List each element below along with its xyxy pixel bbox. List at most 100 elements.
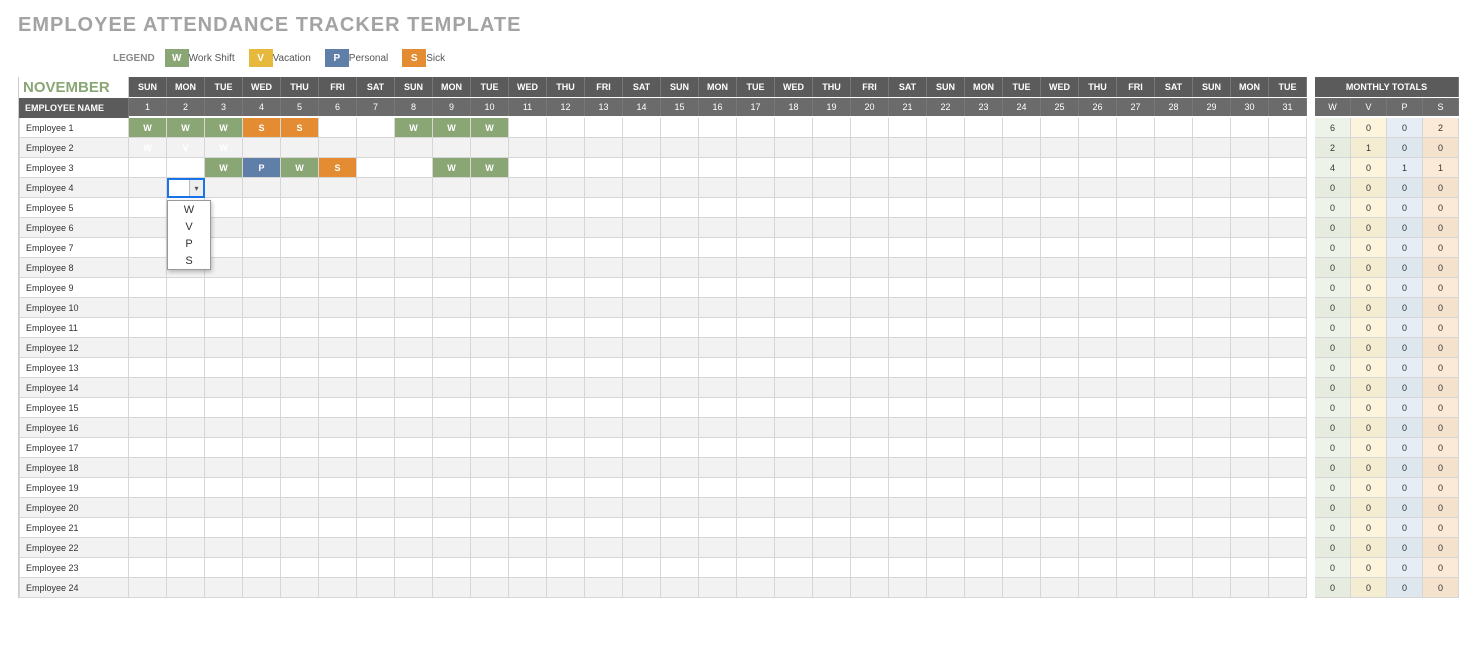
day-cell[interactable] [813, 198, 851, 218]
day-cell[interactable] [129, 358, 167, 378]
day-cell[interactable] [319, 238, 357, 258]
day-cell[interactable] [699, 298, 737, 318]
day-cell[interactable] [661, 358, 699, 378]
day-cell[interactable] [243, 438, 281, 458]
day-cell[interactable] [889, 218, 927, 238]
day-cell[interactable] [889, 178, 927, 198]
day-cell[interactable] [661, 498, 699, 518]
day-cell[interactable] [1079, 498, 1117, 518]
day-cell[interactable] [547, 578, 585, 598]
day-cell[interactable] [851, 218, 889, 238]
day-cell[interactable] [1231, 278, 1269, 298]
day-cell[interactable] [1003, 358, 1041, 378]
day-cell[interactable] [737, 198, 775, 218]
day-cell[interactable] [1155, 438, 1193, 458]
day-cell[interactable] [775, 538, 813, 558]
day-cell[interactable] [357, 498, 395, 518]
day-cell[interactable] [1193, 458, 1231, 478]
day-cell[interactable] [357, 438, 395, 458]
day-cell[interactable] [661, 298, 699, 318]
day-cell[interactable] [813, 418, 851, 438]
day-cell[interactable] [205, 558, 243, 578]
day-cell[interactable] [813, 178, 851, 198]
day-cell[interactable] [775, 258, 813, 278]
day-cell[interactable] [1117, 158, 1155, 178]
day-cell[interactable] [699, 538, 737, 558]
day-cell[interactable] [167, 518, 205, 538]
day-cell[interactable] [1231, 138, 1269, 158]
day-cell[interactable] [471, 358, 509, 378]
day-cell[interactable]: W [129, 138, 167, 158]
day-cell[interactable] [129, 458, 167, 478]
day-cell[interactable] [1231, 498, 1269, 518]
day-cell[interactable] [775, 318, 813, 338]
day-cell[interactable] [775, 438, 813, 458]
day-cell[interactable] [433, 398, 471, 418]
day-cell[interactable] [889, 398, 927, 418]
day-cell[interactable] [1117, 558, 1155, 578]
day-cell[interactable] [357, 378, 395, 398]
day-cell[interactable] [737, 138, 775, 158]
day-cell[interactable] [737, 338, 775, 358]
day-cell[interactable] [775, 138, 813, 158]
day-cell[interactable] [509, 458, 547, 478]
day-cell[interactable] [471, 438, 509, 458]
day-cell[interactable] [1003, 238, 1041, 258]
day-cell[interactable] [243, 138, 281, 158]
day-cell[interactable] [471, 378, 509, 398]
day-cell[interactable] [1269, 218, 1307, 238]
day-cell[interactable] [927, 398, 965, 418]
day-cell[interactable] [737, 578, 775, 598]
day-cell[interactable] [1117, 358, 1155, 378]
day-cell[interactable] [1193, 578, 1231, 598]
day-cell[interactable] [813, 318, 851, 338]
day-cell[interactable] [585, 338, 623, 358]
day-cell[interactable] [129, 318, 167, 338]
day-cell[interactable] [661, 238, 699, 258]
day-cell[interactable] [1003, 198, 1041, 218]
day-cell[interactable] [243, 538, 281, 558]
day-cell[interactable] [1269, 378, 1307, 398]
day-cell[interactable] [433, 258, 471, 278]
day-cell[interactable] [585, 138, 623, 158]
day-cell[interactable] [851, 378, 889, 398]
day-cell[interactable] [927, 438, 965, 458]
day-cell[interactable] [1079, 298, 1117, 318]
day-cell[interactable] [167, 478, 205, 498]
day-cell[interactable] [1193, 558, 1231, 578]
day-cell[interactable] [1193, 158, 1231, 178]
day-cell[interactable] [1041, 378, 1079, 398]
day-cell[interactable] [1269, 578, 1307, 598]
day-cell[interactable] [357, 178, 395, 198]
day-cell[interactable] [281, 178, 319, 198]
day-cell[interactable] [1041, 238, 1079, 258]
day-cell[interactable] [1269, 258, 1307, 278]
day-cell[interactable] [699, 498, 737, 518]
day-cell[interactable] [699, 138, 737, 158]
day-cell[interactable] [243, 258, 281, 278]
day-cell[interactable] [509, 398, 547, 418]
day-cell[interactable] [357, 318, 395, 338]
day-cell[interactable] [319, 418, 357, 438]
day-cell[interactable] [1155, 278, 1193, 298]
day-cell[interactable] [319, 178, 357, 198]
day-cell[interactable] [1155, 198, 1193, 218]
day-cell[interactable] [737, 438, 775, 458]
day-cell[interactable] [547, 298, 585, 318]
day-cell[interactable] [471, 138, 509, 158]
day-cell[interactable] [395, 338, 433, 358]
day-cell[interactable] [395, 438, 433, 458]
day-cell[interactable] [205, 518, 243, 538]
day-cell[interactable] [851, 478, 889, 498]
day-cell[interactable] [699, 218, 737, 238]
day-cell[interactable] [965, 398, 1003, 418]
day-cell[interactable] [585, 418, 623, 438]
day-cell[interactable] [851, 578, 889, 598]
day-cell[interactable] [661, 458, 699, 478]
day-cell[interactable] [1117, 578, 1155, 598]
day-cell[interactable] [281, 198, 319, 218]
day-cell[interactable] [699, 518, 737, 538]
day-cell[interactable] [851, 418, 889, 438]
day-cell[interactable] [1155, 478, 1193, 498]
day-cell[interactable] [433, 558, 471, 578]
